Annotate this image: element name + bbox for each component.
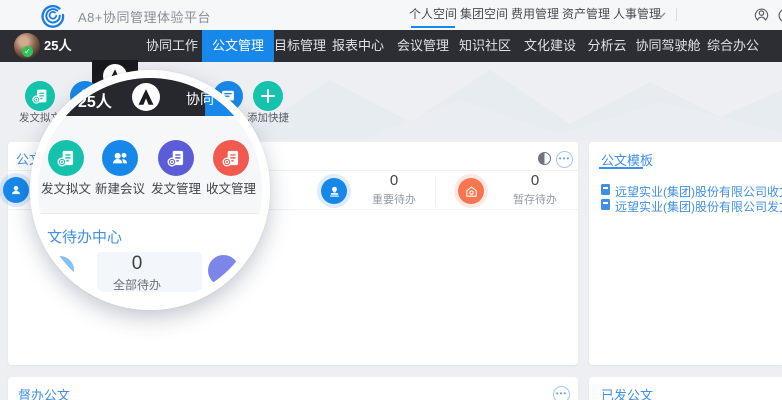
lens-shortcut-doc-receive[interactable] [213, 140, 249, 176]
brand-logo-icon [37, 0, 68, 31]
todo-card-more-icon[interactable]: ••• [556, 151, 573, 168]
stat-value: 0 [354, 172, 434, 189]
template-card: 公文模板 远望实业(集团)股份有限公司收文流程 远望实业(集团)股份有限公司发文… [589, 142, 782, 365]
chevron-down-icon[interactable] [656, 12, 666, 19]
magnifier-lens-content: 25人 协同 发文拟文 新建会议 发文管理 收文管理 [38, 78, 262, 302]
house-archive-icon [464, 184, 479, 199]
contrast-toggle-icon[interactable] [538, 152, 551, 165]
banner-mountains-decoration [240, 62, 782, 140]
topmenu-personal-space[interactable]: 个人空间 [409, 0, 457, 29]
lens-shortcut-label: 收文管理 [199, 178, 262, 197]
top-bar: A8+协同管理体验平台 个人空间 集团空间 费用管理 资产管理 人事管理 [0, 0, 782, 31]
magnifier-lens: 25人 协同 发文拟文 新建会议 发文管理 收文管理 [30, 70, 270, 310]
lens-shortcut-label: 新建会议 [88, 178, 152, 197]
plus-icon [260, 88, 276, 104]
document-icon [601, 184, 610, 195]
template-link[interactable]: 远望实业(集团)股份有限公司发文流程 [615, 198, 782, 215]
lens-stat-value: 0 [87, 253, 187, 275]
topmenu-expense[interactable]: 费用管理 [511, 0, 559, 29]
clipped-edge-icon[interactable] [777, 7, 782, 24]
tab-official-docs[interactable]: 公文管理 [202, 30, 274, 62]
meeting-people-icon [110, 148, 130, 168]
important-todo-icon [321, 178, 347, 204]
saved-todo-icon [458, 178, 484, 204]
tab-cockpit[interactable]: 协同驾驶舱 [635, 30, 700, 62]
stamp-icon [327, 184, 342, 199]
topmenu-active-underline [411, 26, 455, 28]
tab-collaboration[interactable]: 协同工作 [146, 30, 198, 62]
member-count[interactable]: 25人 [44, 30, 71, 62]
sent-card-title[interactable]: 已发公文 [601, 385, 653, 400]
supervise-card-more-icon[interactable]: ••• [553, 386, 570, 400]
lens-chart-fragment-right [208, 255, 239, 286]
stat-value: 0 [495, 172, 575, 189]
lens-shortcut-new-meeting[interactable] [102, 140, 138, 176]
tab-analytics-cloud[interactable]: 分析云 [587, 30, 626, 62]
app-window: A8+协同管理体验平台 个人空间 集团空间 费用管理 资产管理 人事管理 ✓ 2… [0, 0, 782, 400]
template-tab-underline [599, 167, 643, 169]
topmenu-group-space[interactable]: 集团空间 [460, 0, 508, 29]
contacts-person-icon[interactable] [753, 7, 770, 24]
document-icon [601, 199, 610, 210]
tab-reports[interactable]: 报表中心 [332, 30, 384, 62]
supervise-card-title[interactable]: 督办公文 [18, 385, 70, 400]
saved-todo-stat[interactable]: 0 暂存待办 [495, 172, 575, 207]
hidden-stat-icon [3, 177, 29, 203]
topbar-divider [676, 8, 677, 21]
tab-general-office[interactable]: 综合办公 [707, 30, 759, 62]
lens-shortcut-draft-doc[interactable] [48, 140, 84, 176]
lens-section-title: 公文待办中心 [38, 226, 122, 247]
tab-knowledge[interactable]: 知识社区 [459, 30, 511, 62]
topmenu-assets[interactable]: 资产管理 [562, 0, 610, 29]
topmenu-hr[interactable]: 人事管理 [613, 0, 661, 29]
tab-meetings[interactable]: 会议管理 [397, 30, 449, 62]
tab-goals[interactable]: 目标管理 [274, 30, 326, 62]
app-title: A8+协同管理体验平台 [78, 7, 211, 26]
lens-stat-label: 全部待办 [87, 276, 187, 293]
stat-label: 暂存待办 [495, 191, 575, 207]
lens-stat: 0 全部待办 [87, 253, 187, 293]
supervise-card: 督办公文 ••• [8, 377, 578, 400]
lens-a-logo-icon [132, 83, 160, 111]
lens-chart-fragment-left [46, 256, 74, 284]
online-status-badge: ✓ [22, 46, 33, 57]
stat-label: 重要待办 [354, 191, 434, 207]
lens-member-count: 25人 [78, 88, 112, 112]
lens-shortcut-doc-send[interactable] [158, 140, 194, 176]
lens-nav-partial-text: 协同 [186, 89, 214, 109]
sent-card: 已发公文 [589, 377, 782, 400]
important-todo-stat[interactable]: 0 重要待办 [354, 172, 434, 207]
tab-culture[interactable]: 文化建设 [524, 30, 576, 62]
